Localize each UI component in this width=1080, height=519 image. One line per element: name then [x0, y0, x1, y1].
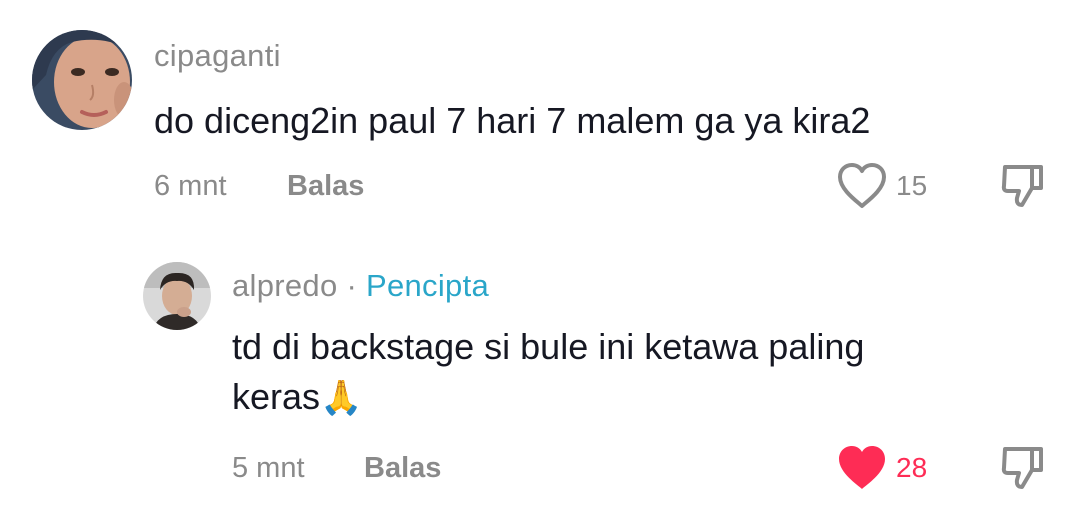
- comment-text: do diceng2in paul 7 hari 7 malem ga ya k…: [154, 100, 871, 141]
- like-count: 15: [896, 170, 928, 201]
- avatar-image: [32, 30, 132, 130]
- reply-text-line: td di backstage si bule ini ketawa palin…: [232, 326, 865, 367]
- comment-timestamp: 6 mnt: [154, 170, 227, 202]
- reply-username-row: alpredo · Pencipta: [232, 268, 489, 304]
- like-button[interactable]: [836, 162, 888, 210]
- heart-icon: [838, 163, 886, 208]
- folded-hands-emoji: 🙏: [320, 379, 363, 417]
- reply-text: td di backstage si bule ini ketawa palin…: [232, 322, 864, 423]
- thumbs-down-icon: [1001, 165, 1043, 207]
- reply-button[interactable]: Balas: [364, 452, 441, 485]
- comment-item: cipaganti do diceng2in paul 7 hari 7 mal…: [0, 0, 1080, 230]
- comment-username[interactable]: cipaganti: [154, 38, 281, 74]
- avatar[interactable]: [143, 262, 211, 330]
- like-button[interactable]: [836, 444, 888, 492]
- reply-text-line-2: keras: [232, 376, 321, 417]
- avatar-image: [143, 262, 211, 330]
- reply-timestamp: 5 mnt: [232, 452, 305, 484]
- reply-item: alpredo · Pencipta td di backstage si bu…: [0, 230, 1080, 519]
- like-count: 28: [896, 452, 928, 483]
- thumbs-down-icon: [1001, 447, 1043, 489]
- dislike-button[interactable]: [1000, 162, 1046, 210]
- separator-dot: ·: [346, 268, 358, 303]
- reply-text-line: keras🙏: [232, 372, 864, 423]
- heart-icon: [839, 446, 885, 489]
- comment-thread: cipaganti do diceng2in paul 7 hari 7 mal…: [0, 0, 1080, 519]
- reply-username[interactable]: alpredo: [232, 268, 338, 303]
- reply-button[interactable]: Balas: [287, 170, 364, 203]
- dislike-button[interactable]: [1000, 444, 1046, 492]
- avatar[interactable]: [32, 30, 132, 130]
- creator-badge: Pencipta: [365, 268, 490, 303]
